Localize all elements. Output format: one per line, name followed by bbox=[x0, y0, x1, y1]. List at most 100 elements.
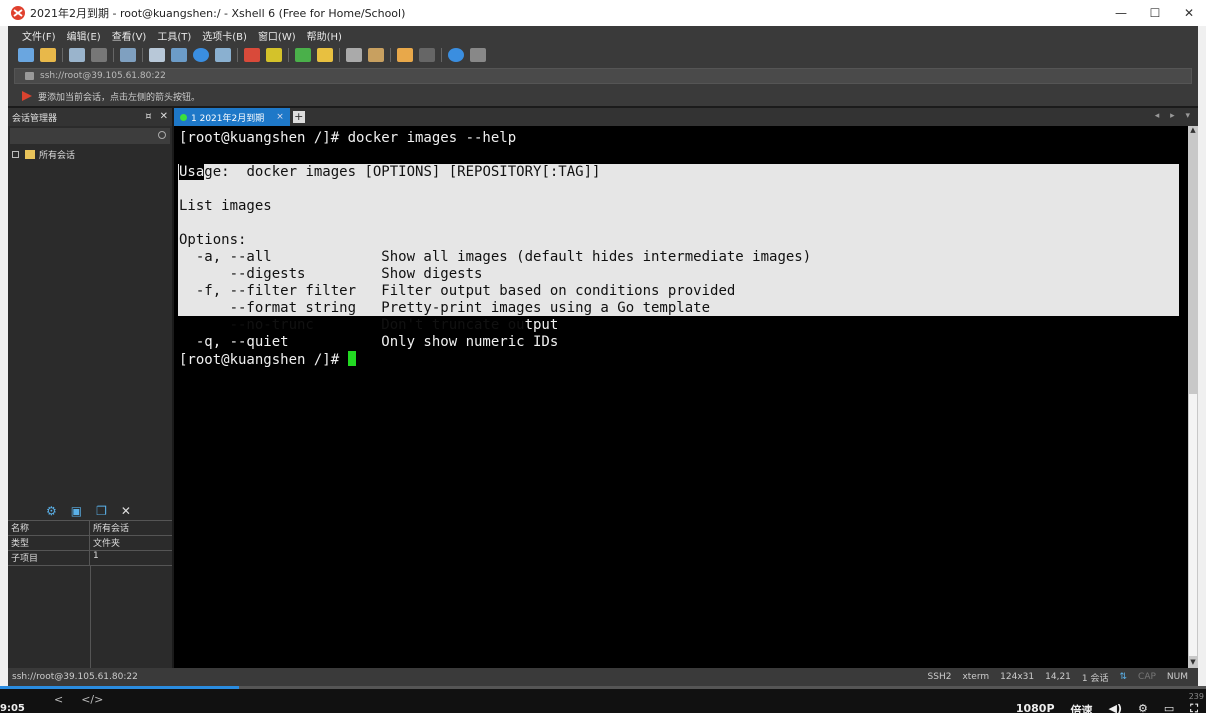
layout-icon[interactable] bbox=[397, 48, 413, 62]
lock-icon[interactable] bbox=[317, 48, 333, 62]
address-input[interactable]: ssh://root@39.105.61.80:22 bbox=[14, 68, 1192, 84]
video-progress-bar[interactable] bbox=[0, 686, 1206, 689]
connect-icon[interactable] bbox=[69, 48, 85, 62]
settings-icon[interactable]: ⚙ bbox=[1138, 702, 1148, 713]
tree-item-all-sessions[interactable]: 所有会话 bbox=[8, 148, 172, 161]
screen-icon[interactable] bbox=[120, 48, 136, 62]
settings-icon[interactable]: ⚙ bbox=[46, 504, 57, 518]
close-icon[interactable]: ✕ bbox=[121, 504, 131, 518]
menu-bar: 文件(F) 编辑(E) 查看(V) 工具(T) 选项卡(B) 窗口(W) 帮助(… bbox=[8, 26, 1198, 44]
video-corner-number: 239 bbox=[1188, 692, 1204, 701]
scrollbar-thumb[interactable] bbox=[1189, 394, 1197, 656]
status-cursor-position: 14,21 bbox=[1045, 672, 1071, 682]
tab-scroll-arrows[interactable]: ◂ ▸ ▾ bbox=[1155, 111, 1194, 121]
fullscreen-icon[interactable]: ⛶ bbox=[1190, 702, 1198, 713]
open-folder-icon[interactable] bbox=[40, 48, 56, 62]
toolbar-separator bbox=[339, 48, 340, 62]
font-icon[interactable] bbox=[215, 48, 231, 62]
status-num: NUM bbox=[1166, 672, 1188, 682]
terminal-line: --format string Pretty-print images usin… bbox=[179, 300, 711, 316]
title-bar: 2021年2月到期 - root@kuangshen:/ - Xshell 6 … bbox=[0, 0, 1206, 26]
property-value: 所有会话 bbox=[93, 524, 130, 534]
menu-window[interactable]: 窗口(W) bbox=[258, 28, 296, 43]
help-icon[interactable] bbox=[448, 48, 464, 62]
property-key: 子项目 bbox=[8, 551, 90, 565]
volume-icon[interactable]: ◀) bbox=[1109, 702, 1123, 713]
tab-bar: 1 2021年2月到期 × + ◂ ▸ ▾ bbox=[174, 108, 1198, 126]
pin-icon[interactable]: ¤ bbox=[145, 111, 151, 122]
toolbar bbox=[8, 44, 1198, 66]
xftp-icon[interactable] bbox=[244, 48, 260, 62]
terminal-line: Usage: docker images [OPTIONS] [REPOSITO… bbox=[179, 164, 601, 180]
search-icon[interactable] bbox=[149, 48, 165, 62]
menu-view[interactable]: 查看(V) bbox=[112, 28, 147, 43]
minimize-button[interactable]: — bbox=[1104, 0, 1138, 26]
terminal-line: --digests Show digests bbox=[179, 266, 483, 282]
scroll-down-icon[interactable]: ▼ bbox=[1188, 658, 1198, 668]
lock-icon[interactable]: ▣ bbox=[71, 504, 82, 518]
new-tab-button[interactable]: + bbox=[292, 111, 305, 123]
globe-icon[interactable] bbox=[193, 48, 209, 62]
property-key: 名称 bbox=[8, 521, 90, 535]
terminal-line: -f, --filter filter Filter output based … bbox=[179, 283, 736, 299]
properties-toolbar: ⚙ ▣ ❐ ✕ bbox=[46, 504, 131, 518]
window-icon[interactable] bbox=[419, 48, 435, 62]
menu-file[interactable]: 文件(F) bbox=[22, 28, 56, 43]
address-bar: ssh://root@39.105.61.80:22 bbox=[8, 66, 1198, 86]
keyboard-icon[interactable] bbox=[346, 48, 362, 62]
menu-tabs[interactable]: 选项卡(B) bbox=[202, 28, 247, 43]
hint-bar: 要添加当前会话，点击左侧的箭头按钮。 bbox=[8, 86, 1198, 106]
menu-help[interactable]: 帮助(H) bbox=[307, 28, 342, 43]
transfer-icon[interactable] bbox=[171, 48, 187, 62]
script-icon[interactable] bbox=[266, 48, 282, 62]
property-value: 1 bbox=[93, 551, 99, 561]
terminal-output[interactable]: [root@kuangshen /]# docker images --help… bbox=[174, 126, 1188, 668]
status-caps: CAP bbox=[1138, 672, 1156, 682]
session-manager-header: 会话管理器 ¤ ✕ bbox=[8, 108, 172, 126]
lock-icon bbox=[25, 72, 34, 80]
copy-icon[interactable]: ❐ bbox=[96, 504, 107, 518]
terminal-line: -q, --quiet Only show numeric IDs bbox=[179, 334, 559, 350]
status-terminal-size: 124x31 bbox=[1000, 672, 1035, 682]
highlight-icon[interactable] bbox=[368, 48, 384, 62]
menu-edit[interactable]: 编辑(E) bbox=[67, 28, 101, 43]
property-key: 类型 bbox=[8, 536, 90, 550]
table-row: 子项目 1 bbox=[8, 551, 172, 566]
session-search-input[interactable] bbox=[10, 128, 170, 144]
toolbar-separator bbox=[113, 48, 114, 62]
new-session-icon[interactable] bbox=[18, 48, 34, 62]
speed-button[interactable]: 倍速 bbox=[1071, 702, 1093, 713]
quality-button[interactable]: 1080P bbox=[1016, 702, 1055, 713]
previous-button[interactable]: < bbox=[54, 693, 63, 706]
terminal-line: [root@kuangshen /]# docker images --help bbox=[179, 130, 517, 146]
toolbar-separator bbox=[441, 48, 442, 62]
expand-icon[interactable] bbox=[12, 151, 19, 158]
toolbar-separator bbox=[237, 48, 238, 62]
terminal-scrollbar[interactable]: ▲ ▼ bbox=[1188, 126, 1198, 668]
tab-session-1[interactable]: 1 2021年2月到期 × bbox=[174, 108, 290, 126]
maximize-button[interactable]: ☐ bbox=[1138, 0, 1172, 26]
chat-icon[interactable] bbox=[470, 48, 486, 62]
terminal-prompt-line[interactable]: [root@kuangshen /]# bbox=[179, 351, 356, 368]
close-panel-icon[interactable]: ✕ bbox=[160, 111, 168, 122]
arrow-icon[interactable] bbox=[22, 91, 32, 101]
tab-close-icon[interactable]: × bbox=[276, 112, 284, 122]
properties-body bbox=[8, 566, 172, 668]
search-icon bbox=[158, 131, 166, 139]
table-row: 名称 所有会话 bbox=[8, 521, 172, 536]
status-terminal-type: xterm bbox=[962, 672, 990, 682]
tab-label: 1 2021年2月到期 bbox=[191, 113, 265, 124]
pip-icon[interactable]: ▭ bbox=[1164, 702, 1174, 713]
connected-status-icon bbox=[180, 113, 187, 121]
session-manager-title: 会话管理器 bbox=[12, 113, 58, 124]
disconnect-icon[interactable] bbox=[91, 48, 107, 62]
scroll-up-icon[interactable]: ▲ bbox=[1188, 126, 1198, 136]
session-manager-panel: 会话管理器 ¤ ✕ 所有会话 ⚙ ▣ ❐ ✕ 名称 所有会话 类型 文件夹 子项… bbox=[8, 108, 172, 668]
table-row: 类型 文件夹 bbox=[8, 536, 172, 551]
status-bar: ssh://root@39.105.61.80:22 SSH2 xterm 12… bbox=[8, 668, 1198, 686]
toolbar-separator bbox=[62, 48, 63, 62]
code-button[interactable]: </> bbox=[81, 693, 103, 706]
expand-icon[interactable] bbox=[295, 48, 311, 62]
close-window-button[interactable]: ✕ bbox=[1172, 0, 1206, 26]
menu-tools[interactable]: 工具(T) bbox=[157, 28, 191, 43]
